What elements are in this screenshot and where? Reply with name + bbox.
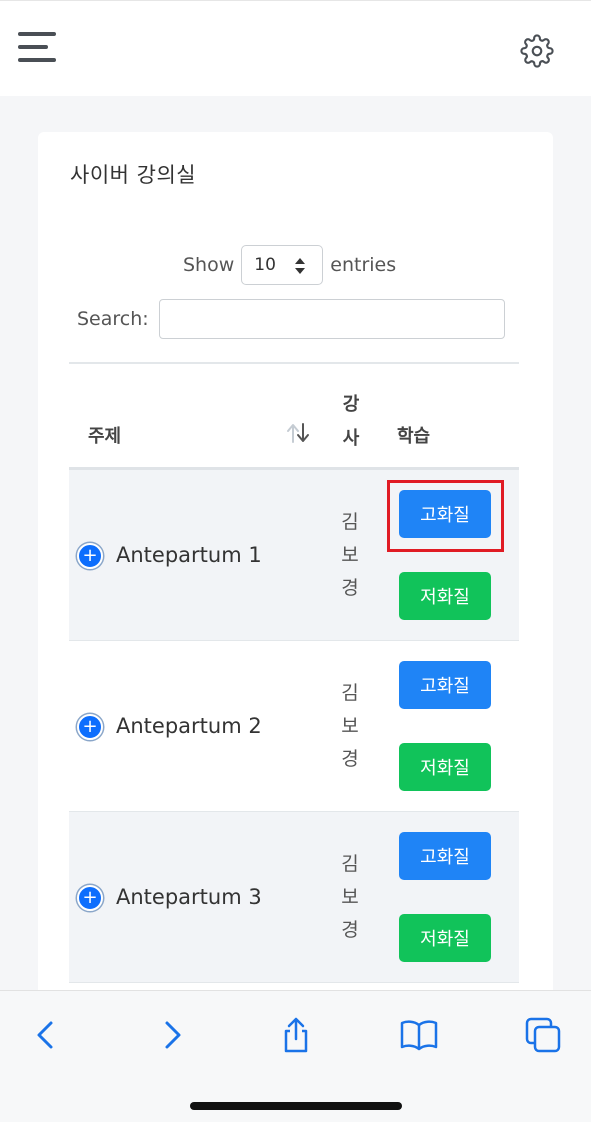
instructor-char: 보	[341, 544, 359, 566]
tabs-icon[interactable]	[523, 1015, 563, 1055]
top-bar	[0, 0, 591, 96]
instructor-char: 경	[341, 748, 359, 770]
expand-row-icon[interactable]: +	[77, 885, 103, 911]
instructor-char: 김	[341, 682, 359, 704]
entries-length-control: Show 10 entries	[183, 245, 396, 285]
column-header-study[interactable]: 학습	[397, 422, 430, 448]
low-quality-button[interactable]: 저화질	[399, 914, 491, 962]
forward-icon[interactable]	[153, 1015, 193, 1055]
search-input[interactable]	[158, 299, 505, 339]
instructor-header-line-1: 강	[342, 394, 360, 415]
low-quality-button[interactable]: 저화질	[399, 572, 491, 620]
browser-toolbar	[0, 990, 591, 1122]
home-indicator	[190, 1102, 402, 1110]
search-label: Search:	[77, 308, 149, 330]
select-arrows-icon	[295, 258, 306, 274]
high-quality-button[interactable]: 고화질	[399, 661, 491, 709]
instructor-char: 경	[341, 919, 359, 941]
high-quality-button[interactable]: 고화질	[399, 490, 491, 538]
instructor-header-line-2: 사	[342, 428, 360, 449]
row-instructor: 김 보 경	[339, 848, 361, 947]
table-header: 주제 강 사 학습	[69, 362, 519, 470]
instructor-char: 경	[341, 577, 359, 599]
row-topic: Antepartum 2	[116, 714, 262, 738]
table-row: + Antepartum 2 김 보 경 고화질 저화질	[69, 641, 519, 812]
entries-select-value: 10	[254, 255, 276, 275]
bookmarks-icon[interactable]	[399, 1015, 439, 1055]
low-quality-button[interactable]: 저화질	[399, 743, 491, 791]
instructor-char: 김	[341, 511, 359, 533]
column-header-topic[interactable]: 주제	[88, 422, 121, 448]
column-header-instructor[interactable]: 강 사	[341, 388, 361, 456]
gear-icon[interactable]	[520, 34, 554, 68]
table-row: + Antepartum 1 김 보 경 고화질 저화질	[69, 470, 519, 641]
share-icon[interactable]	[276, 1015, 316, 1055]
entries-select[interactable]: 10	[241, 245, 324, 285]
search-control: Search:	[77, 299, 505, 339]
sort-icon[interactable]	[285, 422, 311, 444]
lecture-card: 사이버 강의실 Show 10 entries Search: 주제 강 사 학…	[38, 132, 553, 1032]
expand-row-icon[interactable]: +	[77, 714, 103, 740]
high-quality-button[interactable]: 고화질	[399, 832, 491, 880]
expand-row-icon[interactable]: +	[77, 543, 103, 569]
row-topic: Antepartum 1	[116, 543, 262, 567]
instructor-char: 보	[341, 886, 359, 908]
instructor-char: 김	[341, 853, 359, 875]
back-icon[interactable]	[25, 1015, 65, 1055]
hamburger-menu-icon[interactable]	[18, 32, 58, 64]
table-row: + Antepartum 3 김 보 경 고화질 저화질	[69, 812, 519, 983]
card-title: 사이버 강의실	[70, 163, 197, 187]
row-instructor: 김 보 경	[339, 677, 361, 776]
entries-label: entries	[330, 254, 397, 276]
show-label: Show	[183, 254, 235, 276]
lecture-table: 주제 강 사 학습 + Antepartum 1 김 보 경 고화질 저화질 +…	[69, 362, 519, 983]
row-topic: Antepartum 3	[116, 885, 262, 909]
instructor-char: 보	[341, 715, 359, 737]
row-instructor: 김 보 경	[339, 506, 361, 605]
